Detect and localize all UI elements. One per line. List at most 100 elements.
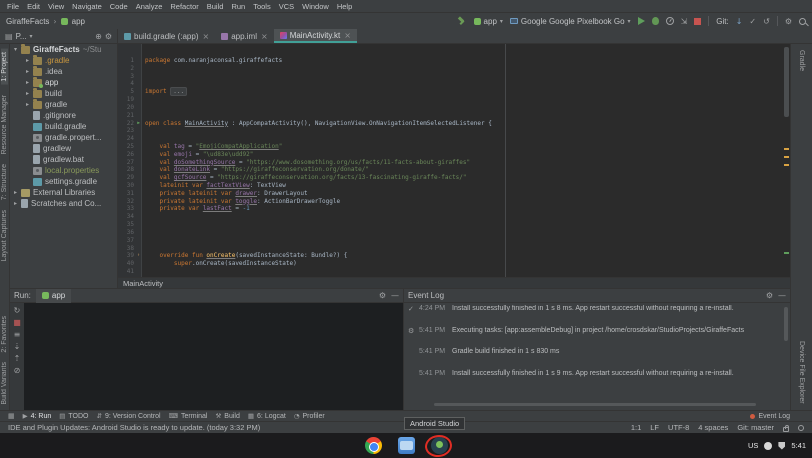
tree-expand-icon[interactable]: ▸: [14, 200, 21, 207]
menu-refactor[interactable]: Refactor: [166, 2, 202, 11]
tab-app-iml[interactable]: app.iml×: [215, 29, 274, 43]
tree-node-build[interactable]: ▸build: [10, 88, 117, 99]
tray-status-icon[interactable]: [764, 442, 772, 450]
device-select[interactable]: Google Google Pixelbook Go ▾: [510, 17, 631, 26]
git-update-icon[interactable]: ↓: [736, 17, 743, 26]
status-4-spaces[interactable]: 4 spaces: [698, 423, 728, 432]
project-view-select[interactable]: P...: [16, 32, 27, 41]
event-log-horizontal-scrollbar[interactable]: [434, 403, 756, 406]
menu-navigate[interactable]: Navigate: [68, 2, 106, 11]
tray-shield-icon[interactable]: [778, 442, 785, 450]
status-message[interactable]: IDE and Plugin Updates: Android Studio i…: [8, 423, 260, 432]
tree-node-gradle-propert[interactable]: gradle.propert...: [10, 132, 117, 143]
rerun-icon[interactable]: ↻: [14, 306, 21, 315]
tree-expand-icon[interactable]: ▾: [14, 46, 21, 53]
status-utf-8[interactable]: UTF-8: [668, 423, 689, 432]
menu-vcs[interactable]: VCS: [275, 2, 298, 11]
tree-expand-icon[interactable]: ▸: [14, 189, 21, 196]
status-git-master[interactable]: Git: master: [737, 423, 774, 432]
event-log-vertical-scrollbar[interactable]: [784, 307, 788, 341]
breadcrumb-class[interactable]: MainActivity: [123, 279, 163, 288]
warning-stripe-mark[interactable]: [784, 164, 789, 166]
files-taskbar-icon[interactable]: [398, 437, 415, 454]
menu-edit[interactable]: Edit: [23, 2, 44, 11]
tree-node-gitignore[interactable]: .gitignore: [10, 110, 117, 121]
panel-settings-icon[interactable]: ⚙: [105, 32, 112, 41]
clock[interactable]: 5:41: [791, 441, 806, 450]
project-tree-panel[interactable]: ▾GiraffeFacts~/Stu▸.gradle▸.idea▸app▸bui…: [10, 44, 118, 288]
run-configuration-select[interactable]: app ▾: [474, 17, 503, 26]
stop-button[interactable]: [694, 18, 701, 25]
status-lf[interactable]: LF: [650, 423, 659, 432]
tab-build-gradle-app[interactable]: build.gradle (:app)×: [118, 29, 215, 43]
run-list-icon[interactable]: ≡: [14, 330, 21, 339]
tree-node-external-libraries[interactable]: ▸External Libraries: [10, 187, 117, 198]
tool-window-button-gradle[interactable]: Gradle: [798, 50, 805, 71]
settings-gear-icon[interactable]: ⚙: [785, 17, 792, 26]
debug-button[interactable]: [652, 17, 659, 25]
attach-debugger-icon[interactable]: ⇲: [681, 17, 688, 26]
close-tab-icon[interactable]: ×: [261, 32, 268, 41]
tool-window-button-device-file-explorer[interactable]: Device File Explorer: [798, 341, 805, 404]
minimize-panel-icon[interactable]: —: [391, 291, 399, 300]
tree-expand-icon[interactable]: ▸: [26, 90, 33, 97]
run-console[interactable]: ↻■≡⇣⇡⊘: [10, 303, 403, 410]
event-log-content[interactable]: ✓4:24 PMInstall successfully finished in…: [408, 305, 780, 400]
editor-gutter[interactable]: 1234519202122▶23242526272829303132333435…: [118, 44, 142, 277]
tree-node-app[interactable]: ▸app: [10, 77, 117, 88]
menu-build[interactable]: Build: [203, 2, 228, 11]
tool-window-button-2-favorites[interactable]: 2: Favorites: [1, 316, 8, 353]
tool-window-button-1-project[interactable]: 1: Project: [1, 49, 8, 85]
tree-node-gradle[interactable]: ▸.gradle: [10, 55, 117, 66]
warning-stripe-mark[interactable]: [784, 156, 789, 158]
git-commit-icon[interactable]: ✓: [749, 17, 756, 26]
tool-window-button-7-structure[interactable]: 7: Structure: [1, 164, 8, 200]
tree-node-local-properties[interactable]: local.properties: [10, 165, 117, 176]
notifications-icon[interactable]: [798, 425, 804, 431]
menu-run[interactable]: Run: [227, 2, 249, 11]
menu-view[interactable]: View: [44, 2, 68, 11]
tree-expand-icon[interactable]: ▸: [26, 68, 33, 75]
panel-settings-icon[interactable]: ⚙: [766, 291, 773, 300]
breadcrumb-project[interactable]: GiraffeFacts: [6, 17, 49, 26]
gutter-override-icon[interactable]: ↑: [137, 253, 140, 258]
git-revert-icon[interactable]: ↺: [763, 17, 770, 26]
keyboard-layout-indicator[interactable]: US: [748, 441, 758, 450]
scroll-up-icon[interactable]: ⇡: [14, 354, 21, 363]
tool-window-button-build-variants[interactable]: Build Variants: [1, 362, 8, 405]
profile-button[interactable]: [666, 17, 674, 25]
scroll-down-icon[interactable]: ⇣: [14, 342, 21, 351]
tree-node-giraffefacts[interactable]: ▾GiraffeFacts~/Stu: [10, 44, 117, 55]
tool-window-button-9-version-control[interactable]: ⇵9: Version Control: [97, 412, 161, 420]
tool-window-button-todo[interactable]: ▤TODO: [59, 412, 88, 420]
warning-stripe-mark[interactable]: [784, 148, 789, 150]
lock-icon[interactable]: [783, 427, 789, 432]
editor-code-area[interactable]: package com.naranjaconsal.giraffefactsim…: [142, 44, 790, 277]
tool-window-button-profiler[interactable]: ◔Profiler: [294, 412, 325, 420]
chrome-taskbar-icon[interactable]: [365, 437, 382, 454]
tool-window-button-layout-captures[interactable]: Layout Captures: [1, 210, 8, 261]
tool-window-button-4-run[interactable]: ▶4: Run: [23, 412, 52, 420]
menu-window[interactable]: Window: [298, 2, 333, 11]
event-log-button[interactable]: Event Log: [750, 413, 790, 420]
minimize-panel-icon[interactable]: —: [778, 291, 786, 300]
tool-window-button-terminal[interactable]: ⌨Terminal: [169, 412, 208, 420]
close-tab-icon[interactable]: ×: [344, 31, 351, 40]
tree-expand-icon[interactable]: ▸: [26, 101, 33, 108]
menu-help[interactable]: Help: [333, 2, 356, 11]
breadcrumb-module[interactable]: app: [72, 17, 85, 26]
panel-settings-icon[interactable]: ⚙: [379, 291, 386, 300]
clear-icon[interactable]: ⊘: [14, 366, 21, 375]
menu-code[interactable]: Code: [106, 2, 132, 11]
menu-file[interactable]: File: [3, 2, 23, 11]
tree-node-settings-gradle[interactable]: settings.gradle: [10, 176, 117, 187]
tool-window-button-build[interactable]: ⚒Build: [215, 412, 239, 420]
gutter-run-icon[interactable]: ▶: [137, 121, 140, 126]
tree-node-gradlew-bat[interactable]: gradlew.bat: [10, 154, 117, 165]
tree-node-scratches-and-co[interactable]: ▸Scratches and Co...: [10, 198, 117, 209]
run-button[interactable]: [638, 17, 645, 25]
status-1-1[interactable]: 1:1: [631, 423, 641, 432]
tree-node-gradlew[interactable]: gradlew: [10, 143, 117, 154]
tree-expand-icon[interactable]: ▸: [26, 57, 33, 64]
code-editor[interactable]: 1234519202122▶23242526272829303132333435…: [118, 44, 790, 277]
